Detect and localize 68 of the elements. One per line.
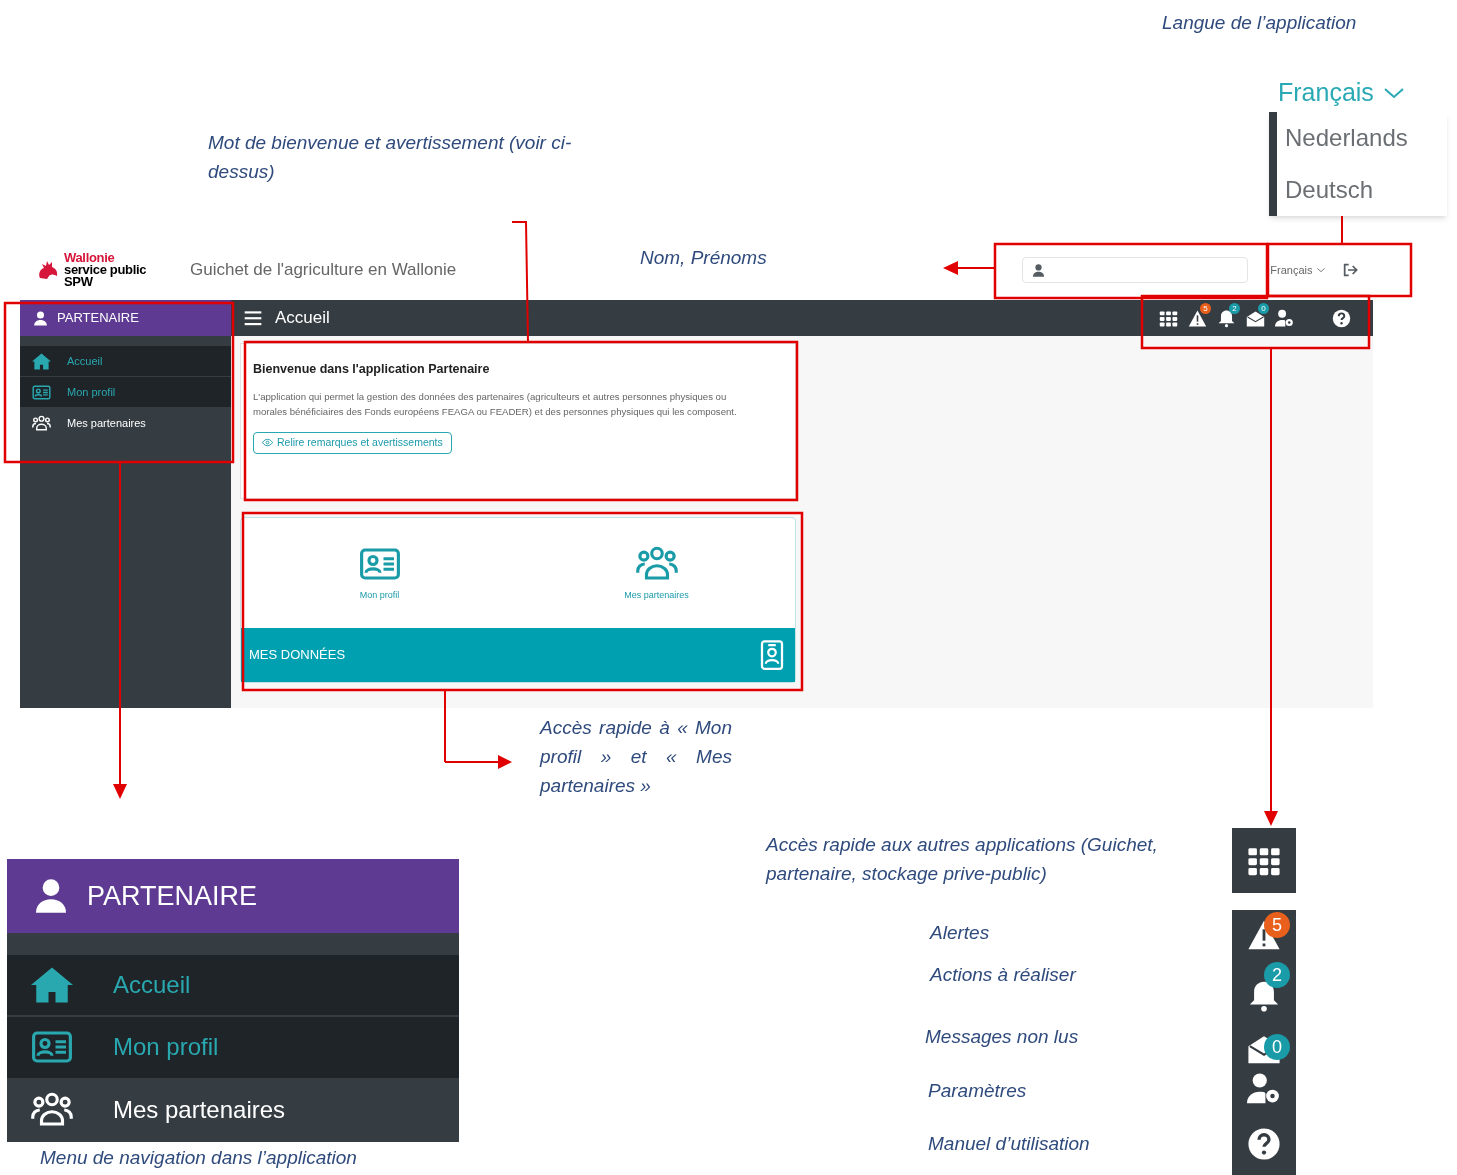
sidebar-item[interactable]: Mes partenaires bbox=[7, 1079, 459, 1140]
user-gear-icon bbox=[1247, 1072, 1281, 1106]
eye-icon bbox=[262, 437, 273, 449]
annotation-text: Actions à réaliser bbox=[930, 963, 1076, 987]
annotation-text: Langue de l’application bbox=[1162, 11, 1357, 35]
count-badge: 2 bbox=[1264, 962, 1290, 988]
footer-title: MES DONNÉES bbox=[249, 646, 346, 665]
annotation-text: Nom, Prénoms bbox=[640, 246, 767, 270]
quick-link[interactable]: Mon profil bbox=[241, 543, 518, 603]
card-title: Bienvenue dans l'application Partenaire bbox=[253, 361, 491, 378]
count-badge: 0 bbox=[1264, 1034, 1290, 1060]
language-selector[interactable]: Français bbox=[1278, 74, 1374, 112]
user-name-field[interactable] bbox=[1022, 257, 1249, 283]
logout-button[interactable] bbox=[1342, 262, 1359, 278]
bell-icon bbox=[1217, 308, 1236, 328]
toolbar-button[interactable] bbox=[1159, 308, 1178, 328]
annotation-text: Messages non lus bbox=[925, 1025, 1079, 1049]
leader-arrow bbox=[943, 261, 996, 275]
menu-item[interactable]: Deutsch bbox=[1285, 172, 1447, 208]
leader-arrow bbox=[444, 755, 512, 769]
home-icon bbox=[32, 351, 51, 371]
logo-text: service public bbox=[64, 264, 147, 276]
sidebar-title: PARTENAIRE bbox=[57, 309, 139, 328]
user-icon bbox=[32, 309, 49, 327]
logout-icon bbox=[1342, 262, 1359, 278]
envelope-icon bbox=[1246, 308, 1265, 328]
user-gear-icon bbox=[1275, 308, 1294, 328]
annotation-text: Accès rapide aux autres applications (Guichet, partenaire, stockage prive-public) bbox=[766, 833, 1159, 886]
annotation-text: Menu de navigation dans l’application bbox=[40, 1146, 357, 1170]
annotation-text: Alertes bbox=[930, 921, 990, 945]
logo-text: Wallonie bbox=[64, 252, 116, 264]
id-card-icon bbox=[32, 382, 51, 402]
leader-line bbox=[1341, 215, 1343, 245]
sidebar-item[interactable]: Mon profil bbox=[20, 377, 231, 407]
sidebar-item[interactable]: Accueil bbox=[20, 346, 231, 376]
toolbar-button[interactable] bbox=[1246, 308, 1265, 328]
toolbar-button[interactable] bbox=[1275, 308, 1294, 328]
annotation-text: Paramètres bbox=[928, 1079, 1027, 1103]
site-title: Guichet de l'agriculture en Wallonie bbox=[190, 259, 457, 282]
count-badge: 5 bbox=[1264, 912, 1290, 938]
menu-icon bbox=[243, 308, 263, 328]
help-icon bbox=[1247, 1126, 1281, 1161]
card-text: L'application qui permet la gestion des données des partenaires (agriculteurs et autres personnes physiques ou morales bénéficiaires des Fonds européens FEAGA ou FEADER) et des personnes physiques qui les composent. bbox=[253, 389, 738, 420]
page-title: Accueil bbox=[275, 307, 330, 330]
annotation-text: Manuel d’utilisation bbox=[928, 1132, 1090, 1156]
annotation-text: Accès rapide à « Mon profil » et « Mes partenaires » bbox=[540, 716, 732, 798]
annotation-text: Mot de bienvenue et avertissement (voir ci-dessus) bbox=[208, 131, 573, 184]
count-badge: 5 bbox=[1200, 302, 1211, 314]
count-badge: 2 bbox=[1229, 302, 1240, 314]
review-button[interactable]: Relire remarques et avertissements bbox=[253, 431, 452, 454]
grid-icon bbox=[1159, 308, 1178, 328]
warning-icon bbox=[1188, 308, 1207, 328]
toolbar-button[interactable] bbox=[1332, 308, 1351, 328]
bell-icon bbox=[1247, 979, 1281, 1013]
logo-text: SPW bbox=[64, 276, 94, 288]
toolbar-button[interactable] bbox=[1217, 308, 1236, 328]
sidebar-item[interactable]: Mon profil bbox=[7, 1017, 459, 1078]
sidebar-title: PARTENAIRE bbox=[87, 879, 258, 913]
quick-link[interactable]: Mes partenaires bbox=[518, 543, 795, 603]
people-icon bbox=[32, 413, 51, 433]
chevron-icon bbox=[1316, 265, 1327, 275]
menu-item[interactable]: Nederlands bbox=[1285, 120, 1447, 156]
user-icon bbox=[1031, 262, 1047, 278]
sidebar-item[interactable]: Mes partenaires bbox=[20, 408, 231, 438]
sidebar-item[interactable]: Accueil bbox=[7, 954, 459, 1016]
help-icon bbox=[1332, 308, 1351, 328]
count-badge: 0 bbox=[1258, 302, 1269, 314]
language-selector[interactable]: Français bbox=[1270, 261, 1327, 279]
